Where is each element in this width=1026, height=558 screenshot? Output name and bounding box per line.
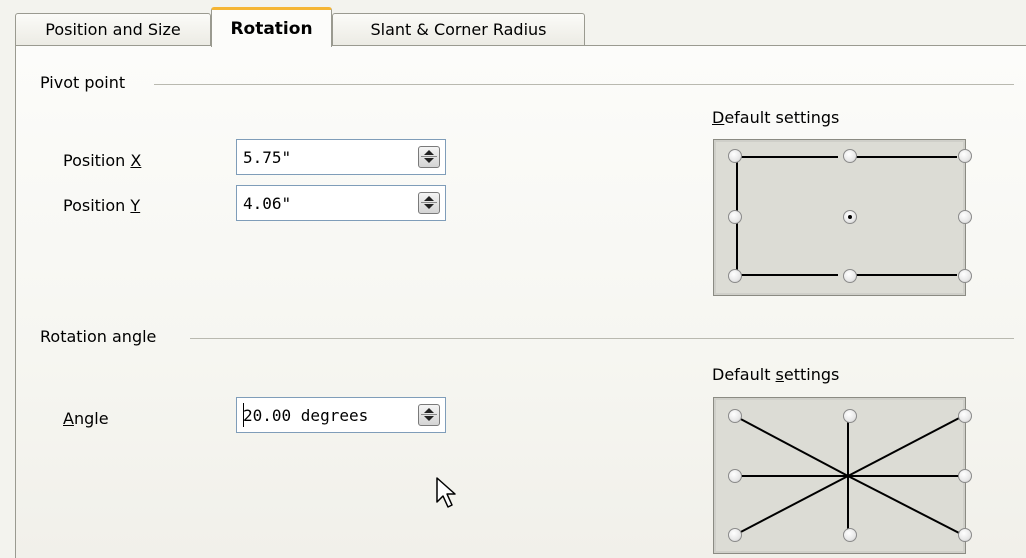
pivot-radio-center[interactable] bbox=[843, 210, 857, 224]
rotation-tab-panel: Pivot point Position X 5.75" Position Y … bbox=[15, 45, 1026, 558]
pivot-point-heading: Pivot point bbox=[40, 73, 126, 92]
position-y-label: Position Y bbox=[63, 196, 141, 215]
tab-rotation[interactable]: Rotation bbox=[211, 7, 332, 47]
spin-up-icon bbox=[424, 150, 434, 155]
angle-radio-90[interactable] bbox=[843, 409, 857, 423]
spin-down-icon bbox=[424, 416, 434, 421]
angle-radio-270[interactable] bbox=[843, 528, 857, 542]
pivot-default-settings-label: Default settings bbox=[712, 108, 840, 127]
pivot-radio-top-right[interactable] bbox=[958, 149, 972, 163]
angle-value: 20.00 degrees bbox=[243, 406, 369, 425]
mouse-pointer-icon bbox=[436, 477, 456, 508]
pivot-radio-bottom-center[interactable] bbox=[843, 269, 857, 283]
position-x-field[interactable]: 5.75" bbox=[236, 139, 446, 175]
rotation-angle-divider bbox=[190, 338, 1014, 339]
angle-field[interactable]: 20.00 degrees bbox=[236, 397, 446, 433]
angle-radio-45[interactable] bbox=[958, 409, 972, 423]
pivot-radio-bottom-right[interactable] bbox=[958, 269, 972, 283]
angle-label: Angle bbox=[63, 409, 109, 428]
tab-position-and-size[interactable]: Position and Size bbox=[15, 13, 211, 45]
spin-down-icon bbox=[424, 158, 434, 163]
angle-spoke-lines bbox=[734, 415, 963, 536]
angle-radio-315[interactable] bbox=[958, 528, 972, 542]
rotation-default-settings-label: Default settings bbox=[712, 365, 840, 384]
position-x-label: Position X bbox=[63, 151, 142, 170]
position-y-field[interactable]: 4.06" bbox=[236, 185, 446, 221]
angle-radio-0[interactable] bbox=[958, 469, 972, 483]
pivot-radio-bottom-left[interactable] bbox=[728, 269, 742, 283]
angle-radio-135[interactable] bbox=[728, 409, 742, 423]
rotation-angle-control[interactable] bbox=[713, 397, 972, 554]
spin-up-icon bbox=[424, 196, 434, 201]
angle-radio-225[interactable] bbox=[728, 528, 742, 542]
rotation-angle-heading: Rotation angle bbox=[40, 327, 157, 346]
angle-spin-button[interactable] bbox=[418, 404, 440, 426]
position-y-value: 4.06" bbox=[243, 194, 292, 213]
tab-strip: Position and Size Rotation Slant & Corne… bbox=[0, 0, 1026, 47]
position-y-spin-button[interactable] bbox=[418, 192, 440, 214]
pivot-point-control[interactable] bbox=[713, 139, 972, 296]
pivot-point-divider bbox=[154, 84, 1014, 85]
angle-radio-180[interactable] bbox=[728, 469, 742, 483]
tab-slant-corner-radius[interactable]: Slant & Corner Radius bbox=[332, 13, 585, 45]
pivot-radio-middle-right[interactable] bbox=[958, 210, 972, 224]
position-x-spin-button[interactable] bbox=[418, 146, 440, 168]
pivot-radio-middle-left[interactable] bbox=[728, 210, 742, 224]
pivot-frame-lines bbox=[736, 156, 957, 276]
spin-down-icon bbox=[424, 204, 434, 209]
pivot-radio-top-center[interactable] bbox=[843, 149, 857, 163]
spin-up-icon bbox=[424, 408, 434, 413]
position-x-value: 5.75" bbox=[243, 148, 292, 167]
pivot-radio-top-left[interactable] bbox=[728, 149, 742, 163]
